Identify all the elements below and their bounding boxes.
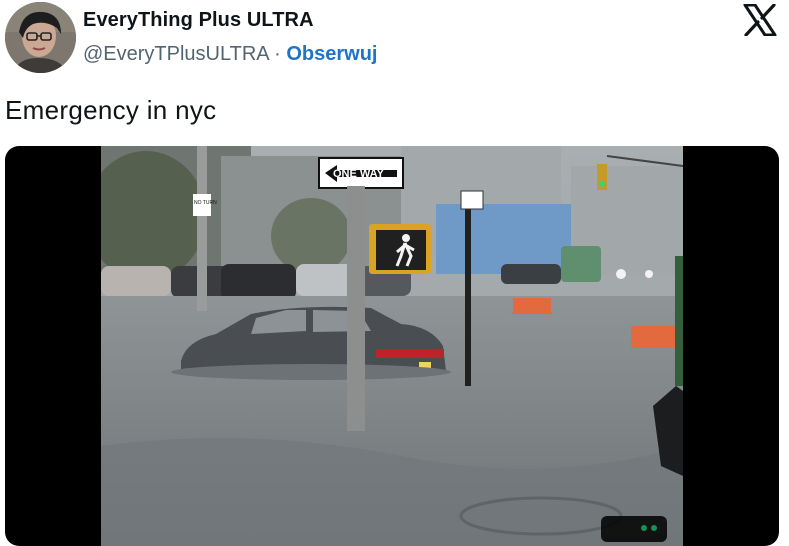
tweet-header: EveryThing Plus ULTRA @EveryTPlusULTRA ·… xyxy=(0,0,789,85)
no-turn-sign-text: NO TURN xyxy=(194,200,217,206)
x-logo-glyph xyxy=(743,3,777,37)
overlay-dot-2 xyxy=(651,525,657,531)
author-display-name[interactable]: EveryThing Plus ULTRA xyxy=(83,9,314,32)
tweet-text: Emergency in nyc xyxy=(5,95,217,125)
avatar-image xyxy=(5,2,76,73)
overlay-dot-1 xyxy=(641,525,647,531)
tweet-media[interactable]: ONE WAY NO TURN xyxy=(5,146,779,546)
one-way-sign-text: ONE WAY xyxy=(333,168,385,180)
x-logo-icon[interactable] xyxy=(742,3,778,37)
video-overlay-chip[interactable] xyxy=(601,516,667,542)
handle-separator: · xyxy=(274,43,281,65)
author-avatar[interactable] xyxy=(5,2,76,73)
author-handle-row: @EveryTPlusULTRA · Obserwuj xyxy=(83,43,377,66)
author-handle[interactable]: @EveryTPlusULTRA xyxy=(83,43,269,65)
follow-button[interactable]: Obserwuj xyxy=(286,43,377,65)
video-frame[interactable]: ONE WAY NO TURN xyxy=(101,146,683,546)
flooded-street-scene: ONE WAY NO TURN xyxy=(101,146,683,546)
